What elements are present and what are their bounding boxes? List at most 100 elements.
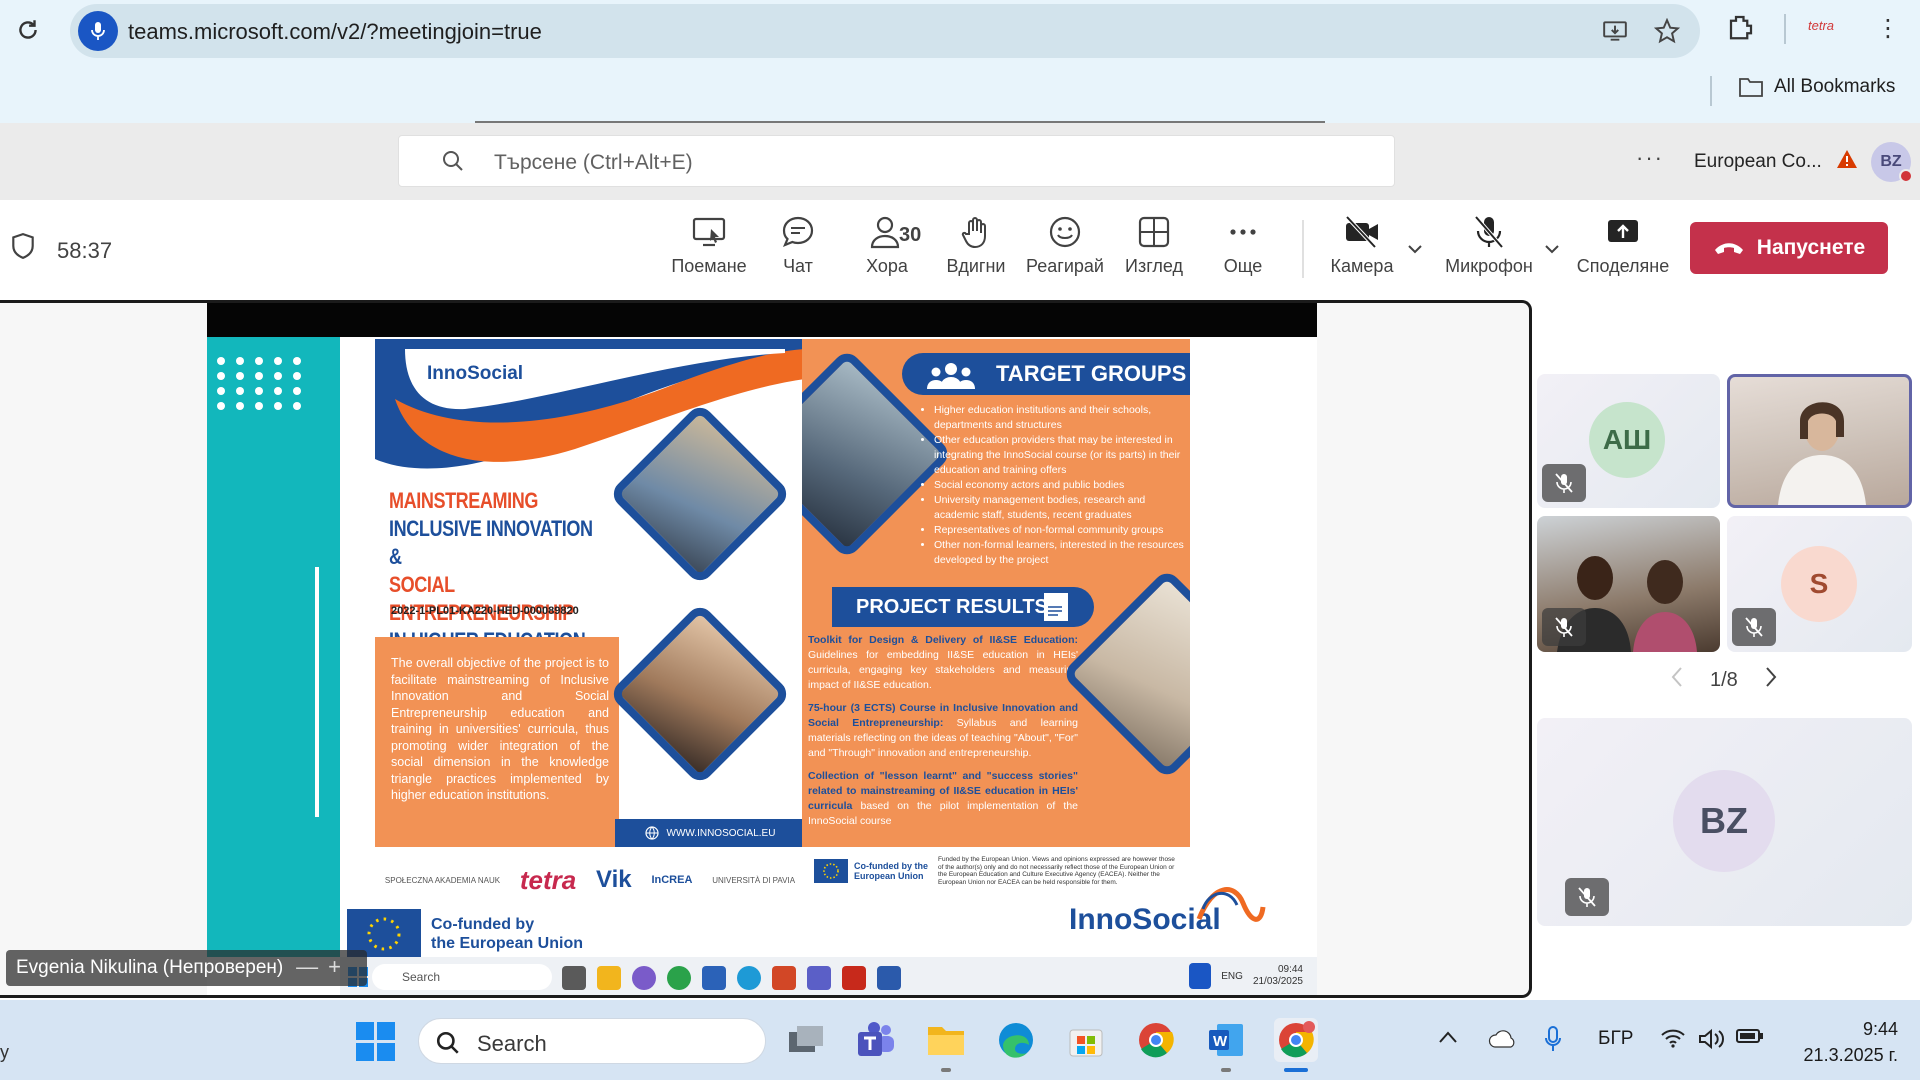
shared-screen[interactable]: InnoSocial MAINSTREAMING INCLUSIVE INNOV… <box>0 300 1532 998</box>
globe-icon <box>644 826 659 840</box>
participant-video-tile-speaking[interactable] <box>1727 374 1912 508</box>
share-button[interactable]: Споделяне <box>1577 214 1669 290</box>
onedrive-icon[interactable] <box>1488 1030 1518 1054</box>
innosocial-logo-bottom: InnoSocial <box>1069 887 1266 937</box>
take-control-button[interactable]: Поемане <box>665 214 753 290</box>
search-icon <box>441 149 465 178</box>
extensions-icon[interactable] <box>1726 12 1756 47</box>
mic-muted-icon <box>1542 608 1586 646</box>
edge-icon[interactable] <box>994 1018 1038 1062</box>
presenter-clock: 09:44 21/03/2025 <box>1253 964 1303 988</box>
bookmarks-separator <box>1710 76 1712 106</box>
project-results-title: PROJECT RESULTS <box>856 595 1048 618</box>
teams-search-box[interactable]: Търсене (Ctrl+Alt+E) <box>398 135 1395 187</box>
address-bar[interactable]: teams.microsoft.com/v2/?meetingjoin=true <box>70 4 1700 58</box>
chrome-menu-icon[interactable]: ⋮ <box>1876 14 1900 43</box>
cofunded-line-2: the European Union <box>431 935 583 952</box>
mic-muted-icon <box>1732 608 1776 646</box>
mic-options-chevron-icon[interactable] <box>1543 240 1561 263</box>
task-view-icon[interactable] <box>784 1018 828 1062</box>
taskbar-clock[interactable]: 9:44 21.3.2025 г. <box>1804 1016 1898 1068</box>
camera-button[interactable]: Камера <box>1318 214 1406 290</box>
teal-sidebar <box>207 337 340 957</box>
react-icon <box>1049 216 1081 248</box>
wifi-icon[interactable] <box>1660 1028 1686 1054</box>
volume-icon[interactable] <box>1698 1028 1726 1056</box>
clock-time: 9:44 <box>1862 1019 1898 1039</box>
view-icon <box>1138 216 1170 248</box>
slide-top-bar <box>207 303 1317 337</box>
taskbar-left-text: у <box>0 1042 9 1062</box>
profile-button[interactable]: tetra <box>1808 18 1834 33</box>
microsoft-store-icon[interactable] <box>1064 1018 1108 1062</box>
cofunded-text: Co-funded by the European Union <box>431 915 583 953</box>
org-switcher[interactable]: European Co... <box>1694 151 1822 173</box>
chat-button[interactable]: Чат <box>754 214 842 290</box>
presenter-lang: ENG <box>1221 970 1243 982</box>
website-badge: WWW.INNOSOCIAL.EU <box>615 819 805 847</box>
more-options-icon[interactable]: ··· <box>1636 145 1664 171</box>
eu-funding-small: Co-funded by the European Union Funded b… <box>802 851 1190 891</box>
eu-disclaimer: Funded by the European Union. Views and … <box>938 856 1175 886</box>
input-language[interactable]: БГР <box>1598 1028 1633 1050</box>
target-groups-title: TARGET GROUPS <box>996 361 1187 386</box>
self-view-tile[interactable]: BZ <box>1537 718 1912 926</box>
microphone-button[interactable]: Микрофон <box>1445 214 1533 290</box>
participant-video-tile[interactable] <box>1537 516 1720 652</box>
tray-mic-icon[interactable] <box>1544 1026 1562 1058</box>
mic-active-icon[interactable] <box>78 11 118 51</box>
view-label: Изглед <box>1125 256 1183 276</box>
take-control-icon <box>692 217 726 247</box>
chevron-right-icon[interactable] <box>1764 666 1778 694</box>
warning-icon[interactable] <box>1836 149 1858 174</box>
taskbar-search[interactable]: Search <box>418 1018 766 1064</box>
zoom-controls[interactable]: —+ <box>296 954 351 980</box>
cofunded-line-1: Co-funded by <box>431 916 535 933</box>
presenter-name: Evgenia Nikulina (Непроверен) <box>16 957 284 978</box>
camera-off-icon <box>1345 215 1378 249</box>
raise-hand-button[interactable]: Вдигни <box>932 214 1020 290</box>
chrome-active-app-icon[interactable] <box>1274 1018 1318 1062</box>
target-groups-header: TARGET GROUPS <box>902 353 1190 395</box>
participant-tile[interactable]: АШ <box>1537 374 1720 508</box>
install-app-icon[interactable] <box>1602 18 1628 49</box>
search-icon <box>435 1030 461 1061</box>
active-indicator <box>1284 1068 1308 1072</box>
people-button[interactable]: 30 Хора <box>843 214 931 290</box>
flyer-title: MAINSTREAMING INCLUSIVE INNOVATION & SOC… <box>389 487 602 655</box>
battery-icon[interactable] <box>1736 1028 1764 1050</box>
tray-chevron-up-icon[interactable] <box>1438 1028 1458 1050</box>
teams-app-icon[interactable] <box>854 1018 898 1062</box>
partner-increa: InCREA <box>651 874 693 886</box>
shield-icon[interactable] <box>10 232 36 265</box>
more-actions-button[interactable]: Още <box>1199 214 1287 290</box>
react-button[interactable]: Реагирай <box>1021 214 1109 290</box>
folder-icon <box>1739 78 1763 97</box>
all-bookmarks-button[interactable]: All Bookmarks <box>1738 76 1895 98</box>
more-icon <box>1230 229 1256 235</box>
eu-small-label: Co-funded by the European Union <box>854 861 928 881</box>
leave-button[interactable]: Напуснете <box>1690 222 1888 274</box>
url-text[interactable]: teams.microsoft.com/v2/?meetingjoin=true <box>128 19 542 45</box>
bookmark-star-icon[interactable] <box>1653 17 1681 49</box>
participant-tile[interactable]: S <box>1727 516 1912 652</box>
partner-san: SPOŁECZNA AKADEMIA NAUK <box>384 875 501 885</box>
word-app-icon[interactable]: W <box>1204 1018 1248 1062</box>
start-icon[interactable] <box>356 1022 395 1061</box>
cofunded-eu: Co-funded by the European Union <box>347 909 583 959</box>
flyer-right-page: TARGET GROUPS Higher education instituti… <box>802 339 1190 847</box>
search-placeholder: Търсене (Ctrl+Alt+E) <box>494 151 693 174</box>
list-item: Representatives of non-formal community … <box>934 523 1188 538</box>
chevron-left-icon[interactable] <box>1670 666 1684 694</box>
presenter-taskbar-apps <box>562 966 901 990</box>
file-explorer-icon[interactable] <box>924 1018 968 1062</box>
meeting-timer: 58:37 <box>57 238 113 263</box>
view-button[interactable]: Изглед <box>1110 214 1198 290</box>
camera-label: Камера <box>1330 256 1394 276</box>
status-busy-icon <box>1899 169 1913 183</box>
chrome-app-icon[interactable] <box>1134 1018 1178 1062</box>
reload-icon[interactable] <box>12 14 44 46</box>
camera-options-chevron-icon[interactable] <box>1406 240 1424 263</box>
teams-header: Търсене (Ctrl+Alt+E) ··· European Co... … <box>0 123 1920 200</box>
raise-hand-label: Вдигни <box>946 256 1006 276</box>
